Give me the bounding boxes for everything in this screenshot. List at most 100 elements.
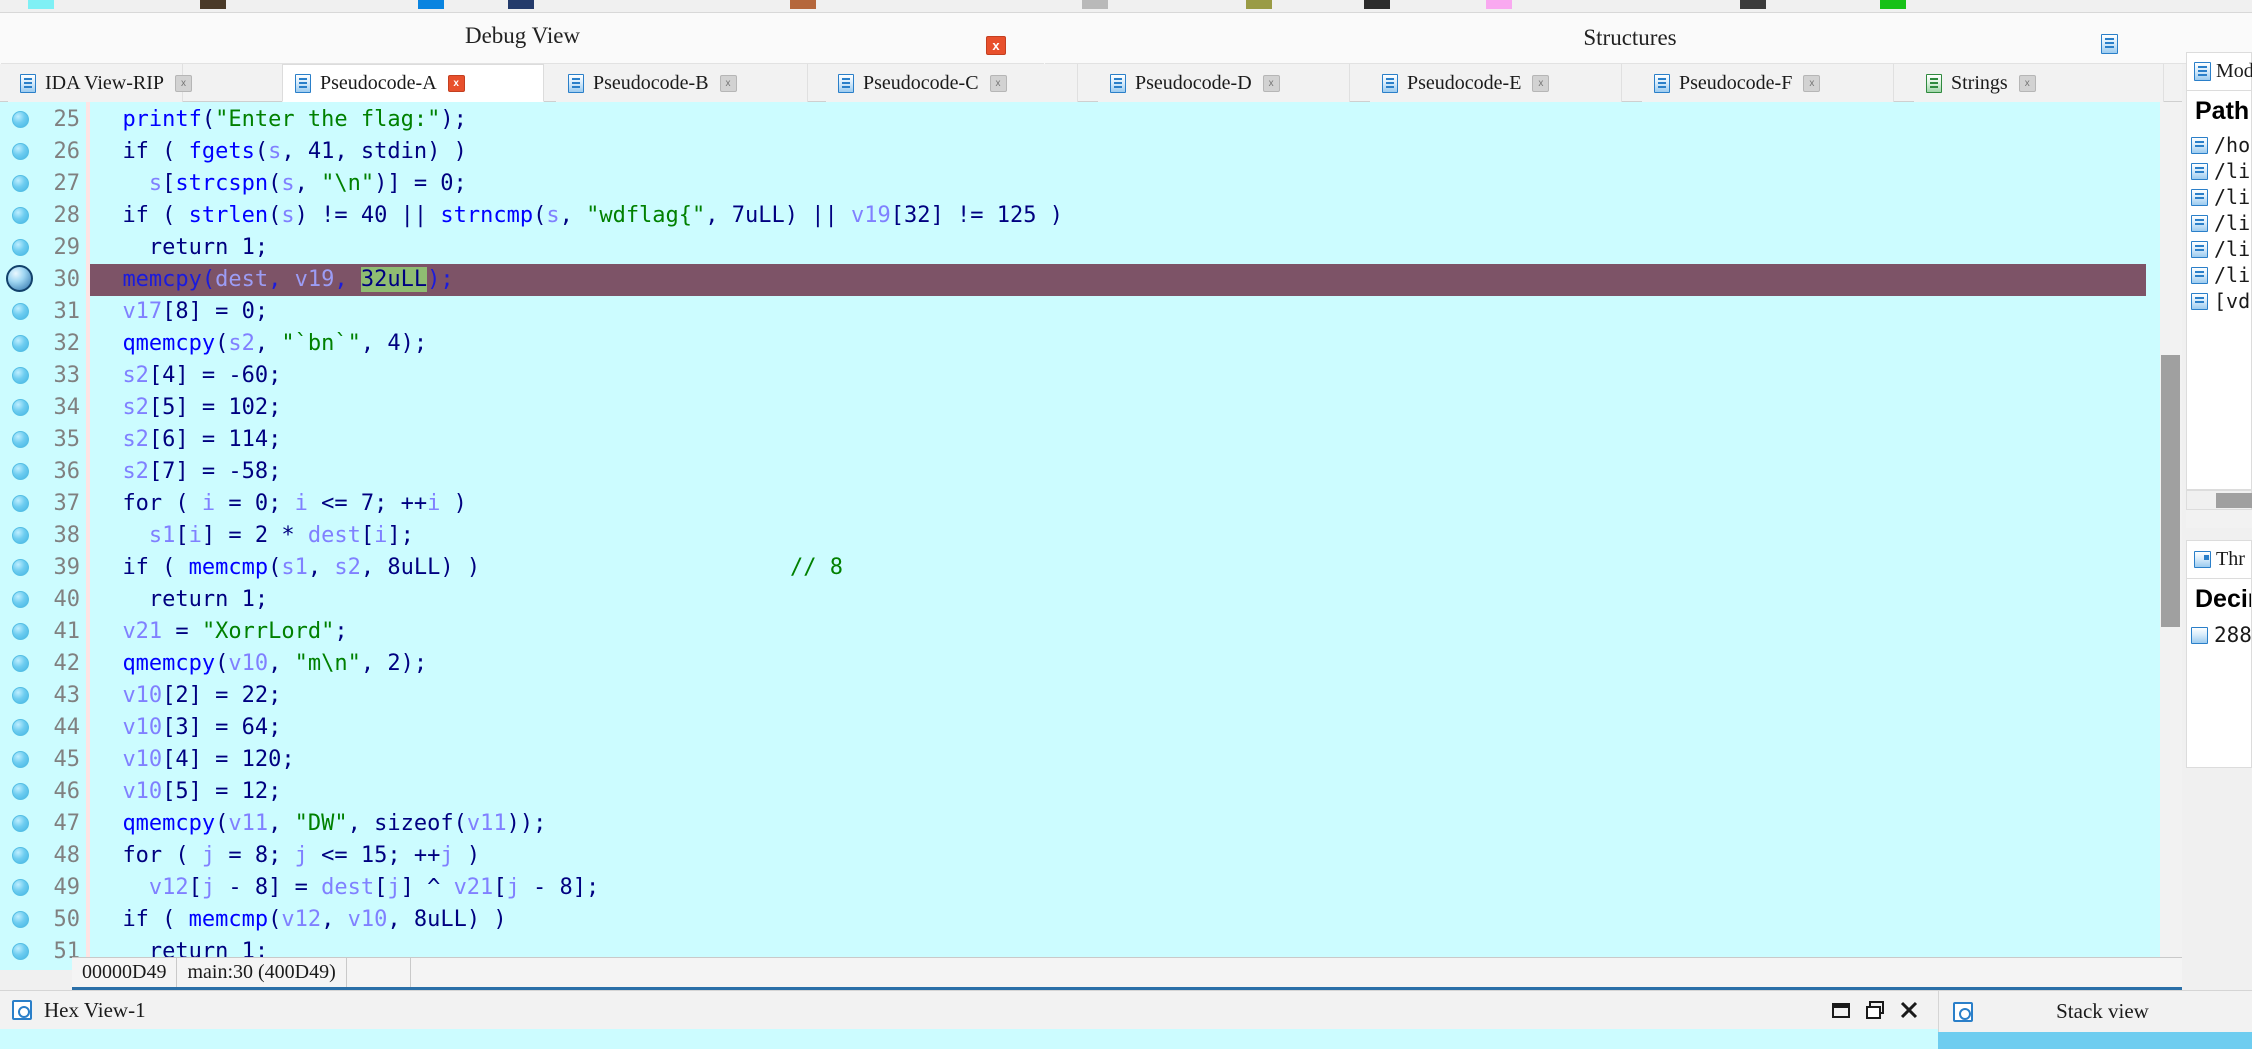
code-token: if (: [122, 555, 189, 580]
tab-strings[interactable]: Strings x: [1914, 64, 2164, 102]
toolbar-icon-dark[interactable]: [200, 0, 226, 9]
code-token: (: [201, 107, 216, 132]
code-line[interactable]: v12[j - 8] = dest[j] ^ v21[j - 8];: [149, 872, 599, 904]
modules-list-item[interactable]: /lib: [2191, 237, 2251, 261]
modules-list-item[interactable]: /lib: [2191, 211, 2251, 235]
tab-pseudocode-c[interactable]: Pseudocode-C x: [826, 64, 1078, 102]
main-toolbar[interactable]: [0, 0, 2252, 13]
code-token: );: [440, 107, 467, 132]
stack-view-panel-titlebar[interactable]: Stack view: [1938, 990, 2252, 1032]
toolbar-icon-cyan[interactable]: [28, 0, 54, 9]
code-line[interactable]: s2[7] = -58;: [122, 456, 281, 488]
code-token: ) ): [427, 139, 467, 164]
hex-view-content[interactable]: [0, 1029, 1938, 1049]
code-line[interactable]: if ( strlen(s) != 40 || strncmp(s, "wdfl…: [122, 200, 1063, 232]
code-token: (: [215, 811, 229, 836]
toolbar-icon-dark2[interactable]: [1740, 0, 1766, 9]
code-line[interactable]: memcpy(dest, v19, 32uLL);: [122, 264, 454, 296]
pseudocode-editor[interactable]: 25 printf("Enter the flag:"); 26 if ( fgets…: [0, 102, 2186, 970]
code-token: [8] = 0;: [162, 299, 269, 324]
tab-pseudocode-e[interactable]: Pseudocode-E x: [1370, 64, 1622, 102]
code-line[interactable]: v10[5] = 12;: [122, 776, 281, 808]
tab-close-icon[interactable]: x: [1262, 74, 1280, 92]
code-line[interactable]: s2[5] = 102;: [122, 392, 281, 424]
code-line[interactable]: s1[i] = 2 * dest[i];: [149, 520, 414, 552]
editor-scrollbar-thumb[interactable]: [2161, 355, 2180, 627]
code-line[interactable]: for ( i = 0; i <= 7; ++i ): [122, 488, 466, 520]
code-line[interactable]: v10[4] = 120;: [122, 744, 294, 776]
threads-list[interactable]: Decim 2887: [2186, 578, 2252, 768]
code-token: [6] = 114;: [148, 427, 282, 452]
restore-down-button[interactable]: [1826, 995, 1856, 1025]
code-line[interactable]: qmemcpy(s2, "`bn`", 4);: [122, 328, 427, 360]
tab-threads[interactable]: Thr: [2186, 540, 2252, 578]
tab-ida-view-rip[interactable]: IDA View-RIP x: [8, 64, 192, 102]
code-line[interactable]: return 1;: [149, 232, 268, 264]
toolbar-icon-gray[interactable]: [1082, 0, 1108, 9]
tab-modules[interactable]: Mod: [2186, 52, 2252, 90]
code-line[interactable]: if ( memcmp(s1, s2, 8uLL) ): [122, 552, 480, 584]
hex-view-panel-titlebar[interactable]: Hex View-1: [0, 990, 1938, 1029]
toolbar-icon-brown[interactable]: [790, 0, 816, 9]
code-token: v11: [466, 811, 507, 836]
line-number: 42: [53, 651, 81, 676]
code-line[interactable]: qmemcpy(v10, "m\n", 2);: [122, 648, 427, 680]
code-token: (: [201, 267, 216, 292]
tab-pseudocode-d[interactable]: Pseudocode-D x: [1098, 64, 1350, 102]
toolbar-icon-blue[interactable]: [418, 0, 444, 9]
tab-close-icon[interactable]: x: [174, 74, 192, 92]
code-line[interactable]: s2[6] = 114;: [122, 424, 281, 456]
tab-pseudocode-a[interactable]: Pseudocode-A x: [282, 64, 544, 102]
tab-close-icon[interactable]: x: [1803, 74, 1821, 92]
modules-list-item[interactable]: /hom: [2191, 133, 2251, 157]
debug-view-close-icon[interactable]: x: [986, 36, 1006, 55]
tab-pseudocode-b[interactable]: Pseudocode-B x: [556, 64, 808, 102]
tab-close-icon[interactable]: x: [989, 74, 1007, 92]
tab-close-icon[interactable]: x: [447, 74, 465, 92]
code-line[interactable]: s[strcspn(s, "\n")] = 0;: [149, 168, 467, 200]
tab-close-icon[interactable]: x: [1532, 74, 1550, 92]
modules-scrollbar-thumb[interactable]: [2216, 493, 2252, 508]
code-line[interactable]: v21 = "XorrLord";: [122, 616, 347, 648]
code-line[interactable]: return 1;: [149, 584, 268, 616]
toolbar-icon-green[interactable]: [1880, 0, 1906, 9]
stack-view-content[interactable]: [1938, 1032, 2252, 1049]
toolbar-icon-pink[interactable]: [1486, 0, 1512, 9]
modules-list-item[interactable]: [vds: [2191, 289, 2251, 313]
code-line[interactable]: v17[8] = 0;: [122, 296, 268, 328]
tab-pseudocode-f[interactable]: Pseudocode-F x: [1642, 64, 1894, 102]
tab-close-icon[interactable]: x: [2018, 74, 2036, 92]
code-token: "wdflag{": [586, 203, 706, 228]
code-token: s: [281, 203, 295, 228]
code-line[interactable]: v10[3] = 64;: [122, 712, 281, 744]
tab-close-icon[interactable]: x: [719, 74, 737, 92]
tab-label: Pseudocode-A: [320, 71, 437, 94]
code-line[interactable]: v10[2] = 22;: [122, 680, 281, 712]
code-token: , 7uLL) ||: [705, 203, 851, 228]
code-line[interactable]: for ( j = 8; j <= 15; ++j ): [122, 840, 480, 872]
editor-tabbar[interactable]: IDA View-RIP x Pseudocode-A x Pseudocode-B x P…: [0, 64, 2186, 102]
code-token: )] = 0;: [374, 171, 467, 196]
modules-list-item[interactable]: /lib: [2191, 185, 2251, 209]
line-number: 38: [53, 523, 81, 548]
code-token: ): [453, 843, 481, 868]
code-line[interactable]: s2[4] = -60;: [122, 360, 281, 392]
modules-list-item[interactable]: /lib: [2191, 263, 2251, 287]
code-line[interactable]: printf("Enter the flag:");: [122, 104, 466, 136]
code-line[interactable]: if ( fgets(s, 41, stdin) ): [122, 136, 466, 168]
maximize-button[interactable]: [1860, 995, 1890, 1025]
close-button[interactable]: [1894, 995, 1924, 1025]
code-line[interactable]: if ( memcmp(v12, v10, 8uLL) ): [122, 904, 506, 936]
code-token: printf: [122, 107, 202, 132]
threads-list-item[interactable]: 2887: [2191, 623, 2251, 647]
modules-list-item[interactable]: /lib: [2191, 159, 2251, 183]
toolbar-icon-black[interactable]: [1364, 0, 1390, 9]
line-number: 49: [53, 875, 81, 900]
modules-list[interactable]: Path /hom/lib/lib/lib/lib/lib[vds: [2186, 90, 2252, 490]
module-icon: [2191, 292, 2208, 310]
code-token: memcpy: [122, 267, 202, 292]
toolbar-icon-olive[interactable]: [1246, 0, 1272, 9]
toolbar-icon-navy[interactable]: [508, 0, 534, 9]
document-icon: [1382, 73, 1398, 93]
code-line[interactable]: qmemcpy(v11, "DW", sizeof(v11));: [122, 808, 546, 840]
